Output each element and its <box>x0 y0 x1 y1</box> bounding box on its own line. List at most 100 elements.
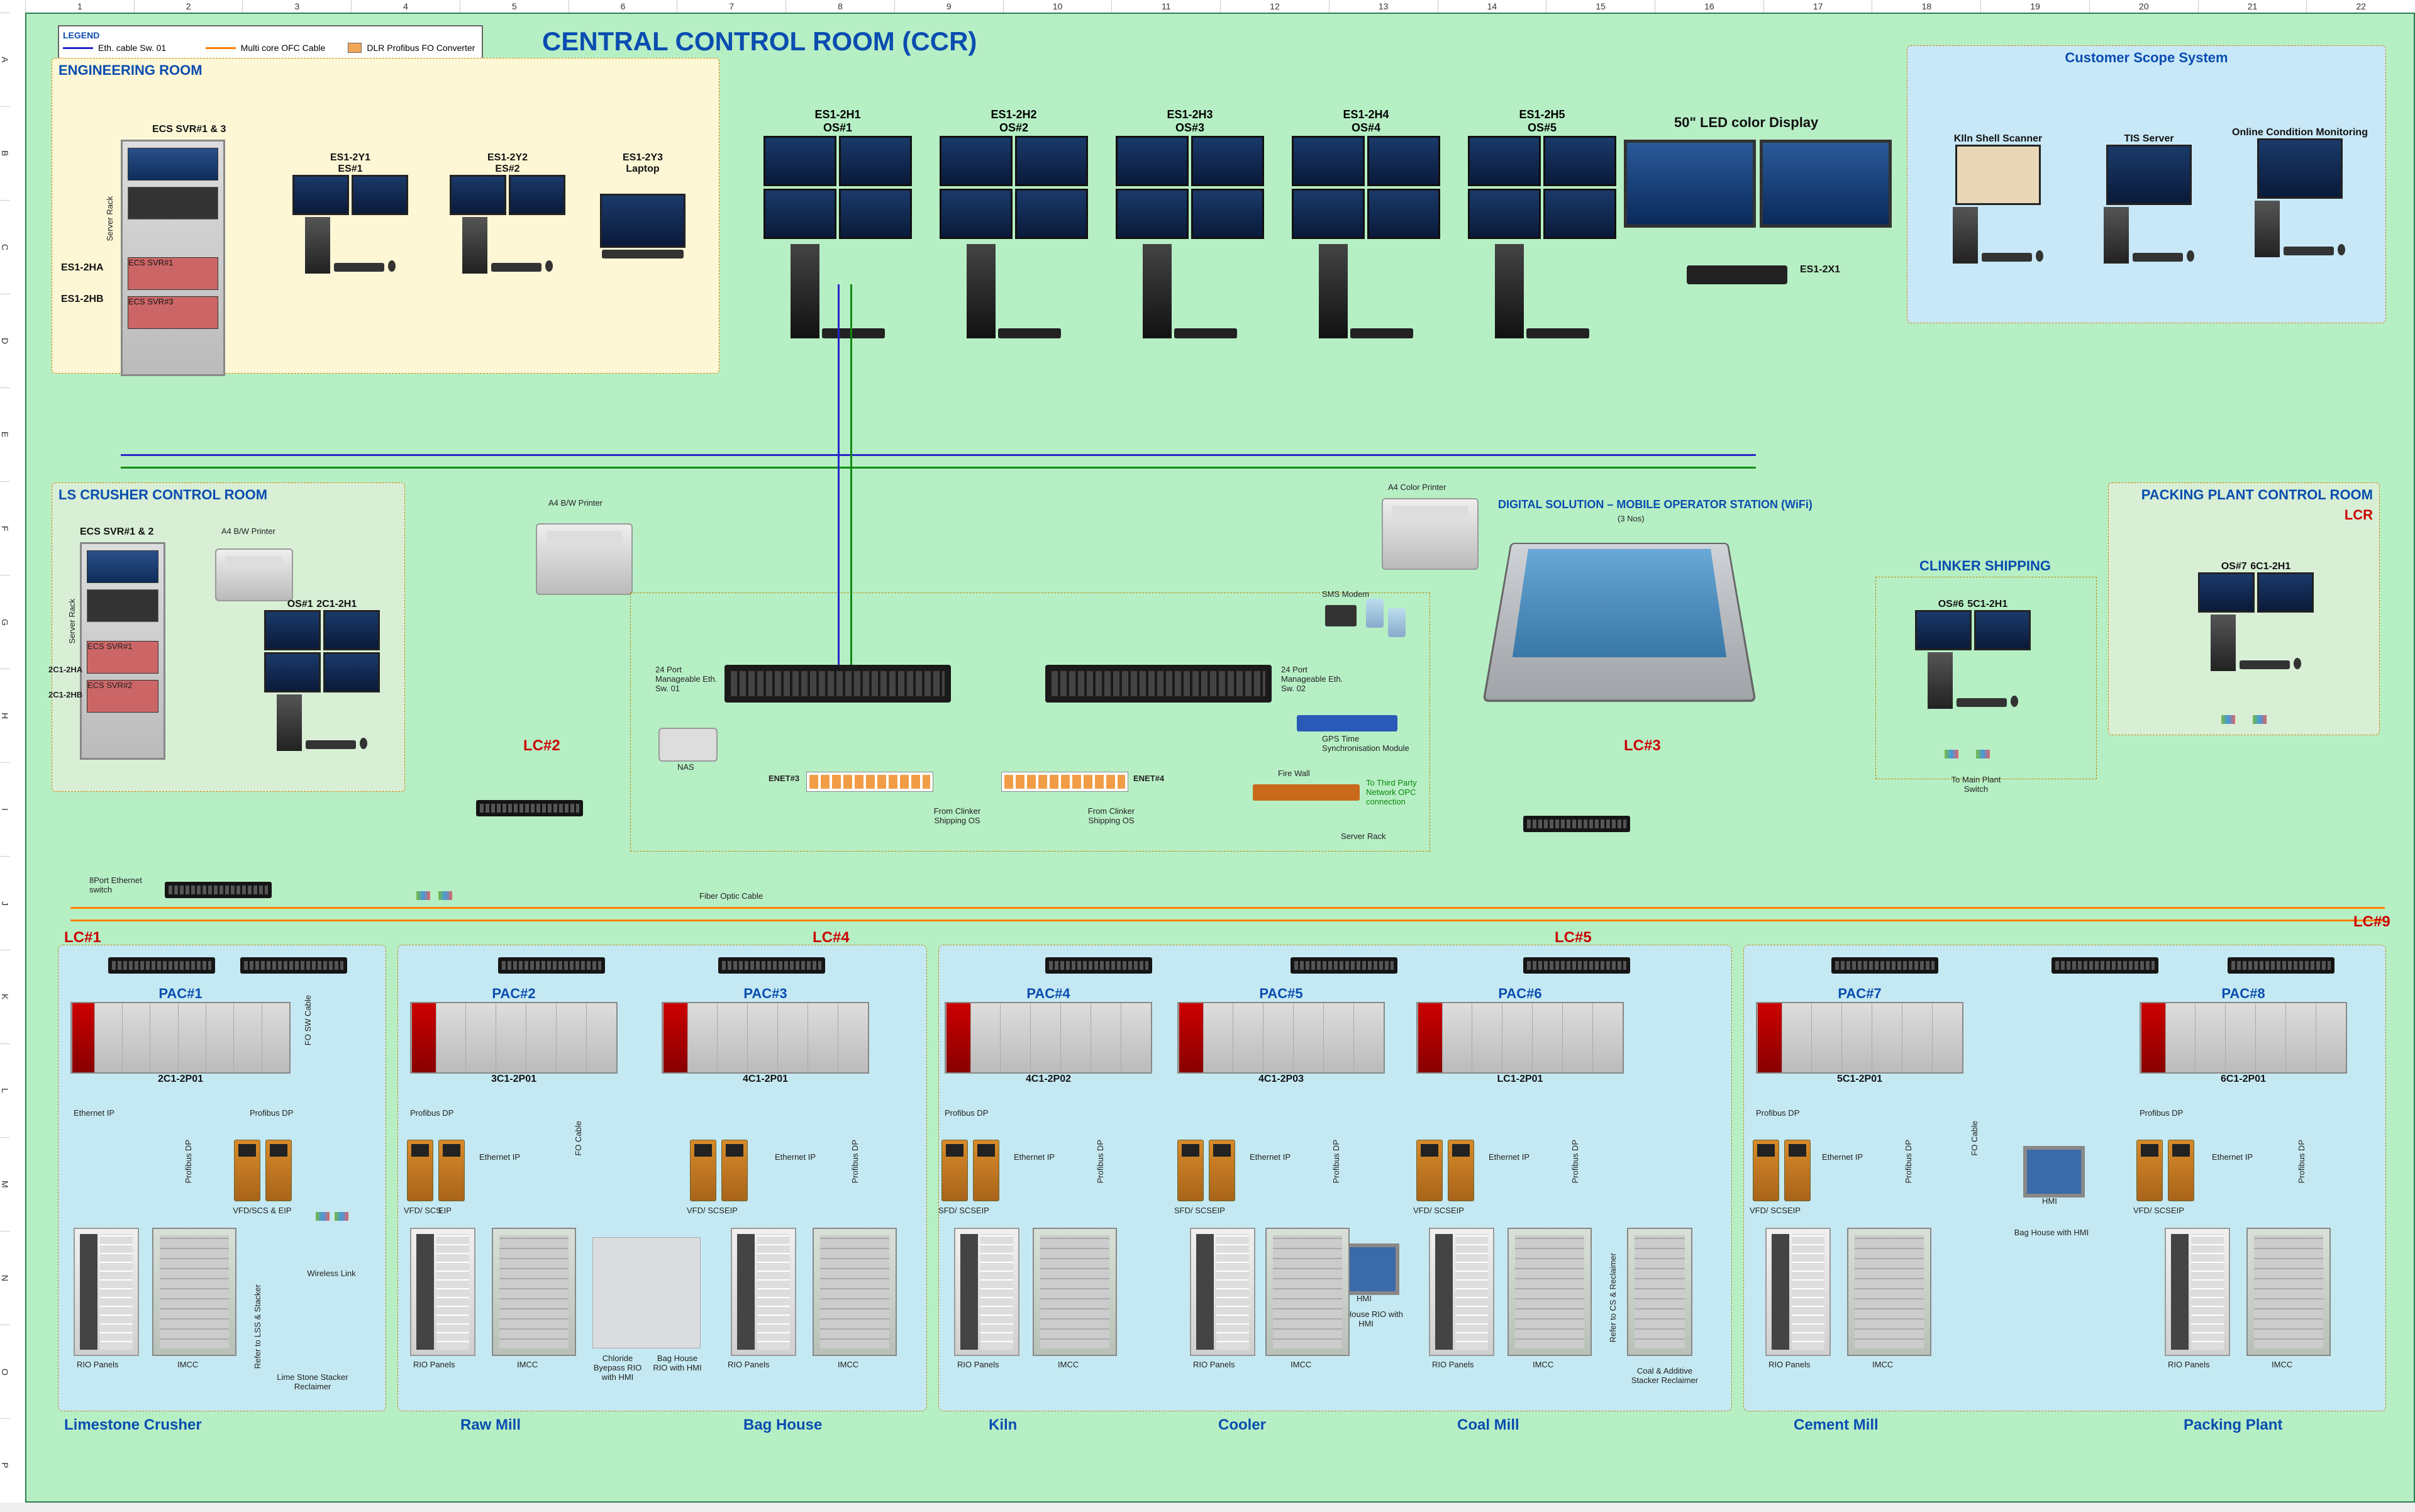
ls-eth-switch-label: 8Port Ethernet switch <box>89 876 158 894</box>
lc1-vfd1 <box>234 1140 260 1201</box>
lc9-mcc1 <box>1847 1228 1931 1356</box>
lc4-label: LC#4 <box>813 929 850 947</box>
packing-lcr: LCR <box>2109 507 2379 527</box>
laptop-workstation: ES1-2Y3 Laptop <box>586 152 699 260</box>
kiln-scanner: KIln Shell Scanner <box>1926 133 2070 264</box>
lc9-vfd-lbl1: VFD/ SCS <box>1750 1206 1787 1215</box>
lc4-vfd4 <box>721 1140 748 1201</box>
lc9-mcc-lbl2: IMCC <box>2272 1360 2292 1369</box>
kvm-switch <box>1687 265 1787 284</box>
lc5-rio-lbl2: RIO Panels <box>1193 1360 1235 1369</box>
lc4-vfd-lbl3: VFD/ SCS <box>687 1206 724 1215</box>
lc9-vfd3 <box>2136 1140 2163 1201</box>
lc5-vfd4 <box>1209 1140 1235 1201</box>
lc9-vfd4 <box>2168 1140 2194 1201</box>
led-displays <box>1624 140 1892 230</box>
lc4-rio1 <box>410 1228 475 1356</box>
lc4-pdp2: Profibus DP <box>850 1140 860 1183</box>
ls-server-rack: ECS SVR#1 ECS SVR#2 <box>80 542 165 760</box>
ocm-station: Online Condition Monitoring <box>2228 127 2372 257</box>
lc5-rio-lbl3: RIO Panels <box>1432 1360 1474 1369</box>
packing-title: PACKING PLANT CONTROL ROOM <box>2109 483 2379 507</box>
area-rawmill: Raw Mill <box>460 1416 521 1434</box>
lc5-vfd-lbl5: VFD/ SCS <box>1413 1206 1451 1215</box>
lc5-vfd3 <box>1177 1140 1204 1201</box>
mc-trunk-1 <box>416 891 430 900</box>
pac1: PAC#1 2C1-2P01 <box>70 986 291 1085</box>
lc5-eip3: Ethernet IP <box>1489 1152 1530 1162</box>
lc5-label: LC#5 <box>1555 929 1592 947</box>
lc5-eip-lbl2: EIP <box>1212 1206 1225 1215</box>
pac3: PAC#3 4C1-2P01 <box>662 986 869 1085</box>
lc4-rio-lbl1: RIO Panels <box>413 1360 455 1369</box>
mc-trunk-2 <box>438 891 452 900</box>
clinker-mc2 <box>1976 750 1990 759</box>
lc4-bh: Bag House RIO with HMI <box>649 1354 706 1372</box>
led-display-label: 50" LED color Display <box>1674 114 1818 131</box>
ls-printer-label: A4 B/W Printer <box>221 526 284 536</box>
lc1-vfd2 <box>265 1140 292 1201</box>
lc4-mcc2 <box>813 1228 897 1356</box>
srv-rack-label: Server Rack <box>1341 831 1386 841</box>
rack-tag2: ES1-2HB <box>61 294 104 305</box>
customer-title: Customer Scope System <box>1907 46 2385 70</box>
lc5-sw3 <box>1523 957 1630 974</box>
bw-printer <box>536 523 633 595</box>
lc9-sw3 <box>2228 957 2334 974</box>
lc5-vfd2 <box>973 1140 999 1201</box>
lc2-switch <box>476 800 583 816</box>
lc4-eip-lbl: EIP <box>438 1206 452 1215</box>
lc5-vfd5 <box>1416 1140 1443 1201</box>
lc5-mcc-lbl2: IMCC <box>1291 1360 1311 1369</box>
lc5-mcc3 <box>1507 1228 1592 1356</box>
pack-os7: OS#7 6C1-2H1 <box>2184 561 2328 671</box>
lc4-pdp: Profibus DP <box>410 1108 453 1118</box>
gps-label: GPS Time Synchronisation Module <box>1322 734 1410 753</box>
digital-title: DIGITAL SOLUTION – MOBILE OPERATOR STATI… <box>1498 498 1813 511</box>
lc5-eip-lbl3: EIP <box>1451 1206 1464 1215</box>
lc4-mcc-lbl1: IMCC <box>517 1360 538 1369</box>
lc9-pdp3: Profibus DP <box>2140 1108 2183 1118</box>
lc5-pdp: Profibus DP <box>945 1108 988 1118</box>
lc9-mcc2 <box>2246 1228 2331 1356</box>
lc1-wifi: Wireless Link <box>303 1269 360 1278</box>
mobile-operator-tablet <box>1482 543 1757 702</box>
lc9-vfd-lbl3: VFD/ SCS <box>2133 1206 2171 1215</box>
lc9-rio-lbl1: RIO Panels <box>1768 1360 1810 1369</box>
lc9-eip2: Ethernet IP <box>2212 1152 2253 1162</box>
lc9-sw2 <box>2051 957 2158 974</box>
lc5-coal-lbl: Coal & Additive Stacker Reclaimer <box>1624 1366 1706 1385</box>
lc1-rio <box>74 1228 139 1356</box>
firewall <box>1253 784 1360 801</box>
enet3-patch <box>806 772 933 792</box>
ruler-top: 12345678910111213141516171819202122 <box>25 0 2415 13</box>
pac4: PAC#4 4C1-2P02 <box>945 986 1152 1085</box>
lc4-eip1: Ethernet IP <box>479 1152 520 1162</box>
eng-server-label: ECS SVR#1 & 3 <box>152 124 226 135</box>
lc4-mcc1 <box>492 1228 576 1356</box>
os-station-3: ES1-2H3OS#3 <box>1108 108 1272 338</box>
lc4-chl: Chloride Byepass RIO with HMI <box>589 1354 646 1382</box>
lc9-eip-lbl1: EIP <box>1787 1206 1801 1215</box>
legend-eth-sw01: Eth. cable Sw. 01 <box>98 43 166 53</box>
pac5: PAC#5 4C1-2P03 <box>1177 986 1385 1085</box>
sms-phone-1 <box>1366 599 1384 628</box>
area-limestone: Limestone Crusher <box>64 1416 202 1434</box>
lc3-switch <box>1523 816 1630 832</box>
lc5-rio-lbl1: RIO Panels <box>957 1360 999 1369</box>
lc3-label: LC#3 <box>1624 737 1661 755</box>
eng-server-rack: ECS SVR#1 ECS SVR#3 <box>121 140 225 376</box>
color-printer-label: A4 Color Printer <box>1388 482 1446 492</box>
ls-eth-switch <box>165 882 272 898</box>
lc9-label: LC#9 <box>2353 913 2390 931</box>
lc5-eip-lbl1: EIP <box>976 1206 989 1215</box>
lc5-rio2 <box>1190 1228 1255 1356</box>
enet3-label: ENET#3 <box>769 774 799 783</box>
bw-printer-label: A4 B/W Printer <box>548 498 605 508</box>
lc4-eip2: Ethernet IP <box>775 1152 816 1162</box>
lc1-lss: Lime Stone Stacker Reclaimer <box>275 1372 350 1391</box>
lc5-mcc-lbl3: IMCC <box>1533 1360 1553 1369</box>
ls-os1: OS#1 2C1-2H1 <box>259 599 385 751</box>
lc5-coal <box>1627 1228 1692 1356</box>
area-cooler: Cooler <box>1218 1416 1266 1434</box>
